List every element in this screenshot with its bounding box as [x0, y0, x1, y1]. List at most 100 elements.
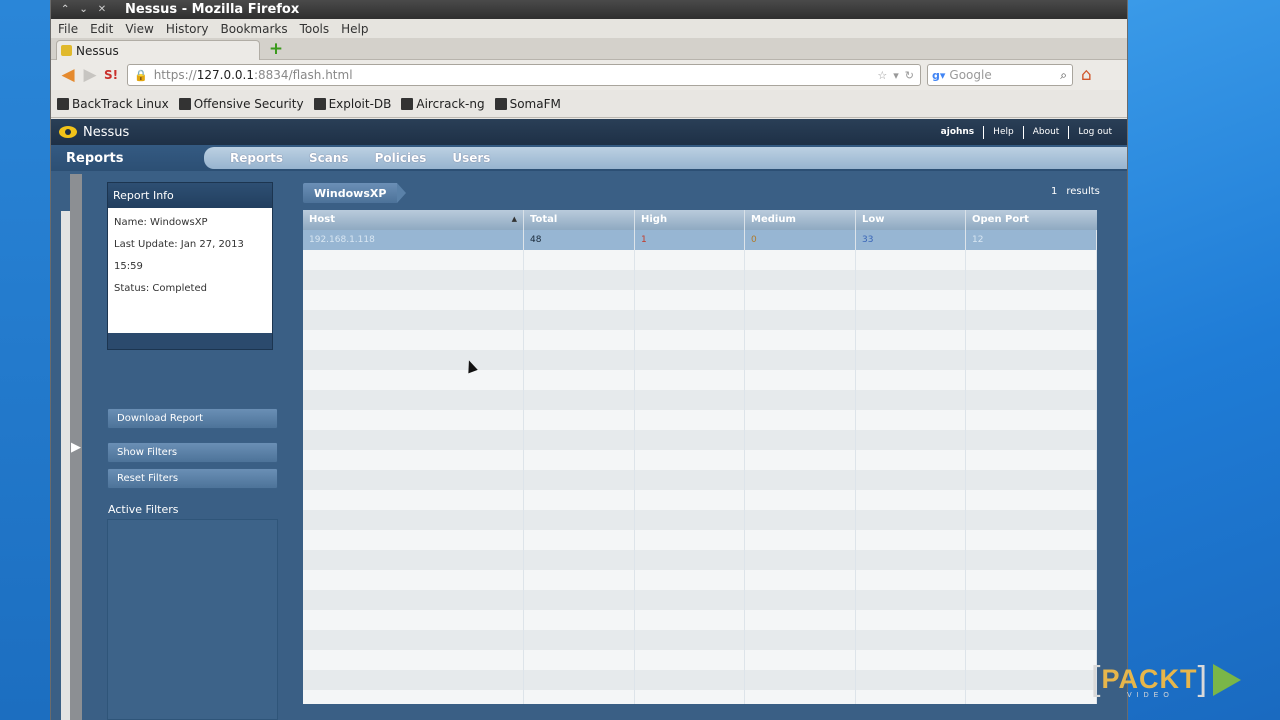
empty-cell: [524, 370, 635, 390]
empty-cell: [635, 430, 745, 450]
bookmark-offensive-security[interactable]: Offensive Security: [178, 97, 304, 111]
back-arrow-icon[interactable]: ◀: [57, 64, 79, 86]
tab-reports[interactable]: Reports: [230, 151, 283, 165]
empty-cell: [524, 610, 635, 630]
tab-policies[interactable]: Policies: [375, 151, 427, 165]
empty-cell: [303, 650, 524, 670]
table-row[interactable]: 192.168.1.118 48 1 0 33 12: [303, 230, 1097, 250]
empty-table-row: [303, 330, 1097, 350]
empty-cell: [303, 390, 524, 410]
cell-total: 48: [524, 230, 635, 250]
empty-cell: [966, 310, 1097, 330]
empty-cell: [966, 630, 1097, 650]
empty-cell: [745, 670, 856, 690]
empty-cell: [966, 370, 1097, 390]
empty-cell: [856, 650, 966, 670]
results-table: Host ▲ Total High Medium Low Open Port 19…: [303, 210, 1097, 704]
minimize-icon[interactable]: ⌃: [61, 4, 69, 15]
menu-edit[interactable]: Edit: [89, 22, 114, 36]
reset-filters-button[interactable]: Reset Filters: [107, 468, 278, 489]
tab-bar: Nessus +: [51, 38, 1127, 60]
maximize-icon[interactable]: ⌄: [79, 4, 87, 15]
column-open-port[interactable]: Open Port: [966, 210, 1097, 230]
empty-cell: [524, 390, 635, 410]
column-label: Medium: [751, 214, 796, 225]
empty-cell: [745, 530, 856, 550]
url-bar[interactable]: 🔒 https://127.0.0.1:8834/flash.html ☆ ▾ …: [127, 64, 921, 86]
close-icon[interactable]: ✕: [98, 4, 106, 15]
column-high[interactable]: High: [635, 210, 745, 230]
menu-history[interactable]: History: [165, 22, 210, 36]
empty-cell: [524, 250, 635, 270]
empty-cell: [303, 510, 524, 530]
empty-cell: [635, 450, 745, 470]
bookmark-exploit-db[interactable]: Exploit-DB: [313, 97, 391, 111]
empty-table-row: [303, 570, 1097, 590]
navigation-toolbar: ◀ ▶ S! 🔒 https://127.0.0.1:8834/flash.ht…: [51, 60, 1127, 90]
forward-arrow-icon[interactable]: ▶: [79, 64, 101, 86]
empty-cell: [303, 630, 524, 650]
play-icon: [1212, 663, 1241, 696]
empty-cell: [745, 370, 856, 390]
search-input[interactable]: g▾ Google ⌕: [927, 64, 1073, 86]
report-info-body: Name: WindowsXP Last Update: Jan 27, 201…: [108, 208, 272, 333]
empty-table-row: [303, 370, 1097, 390]
reload-icon[interactable]: ↻: [905, 69, 914, 82]
menu-bookmarks[interactable]: Bookmarks: [220, 22, 289, 36]
empty-cell: [966, 650, 1097, 670]
nessus-logo[interactable]: Nessus: [51, 125, 129, 140]
empty-cell: [966, 350, 1097, 370]
search-icon[interactable]: ⌕: [1060, 68, 1067, 83]
empty-cell: [745, 290, 856, 310]
dropdown-icon[interactable]: ▾: [893, 69, 899, 82]
menu-view[interactable]: View: [124, 22, 154, 36]
empty-cell: [856, 270, 966, 290]
empty-cell: [524, 510, 635, 530]
sort-ascending-icon: ▲: [511, 215, 517, 223]
column-total[interactable]: Total: [524, 210, 635, 230]
tab-label: Nessus: [76, 43, 119, 58]
stumbleupon-icon[interactable]: S!: [101, 68, 121, 82]
home-icon[interactable]: ⌂: [1081, 65, 1092, 85]
empty-table-row: [303, 470, 1097, 490]
column-medium[interactable]: Medium: [745, 210, 856, 230]
tab-users[interactable]: Users: [452, 151, 490, 165]
tab-nessus[interactable]: Nessus: [56, 40, 260, 60]
google-icon: g▾: [932, 68, 946, 82]
expand-arrow-icon[interactable]: ▶: [71, 440, 81, 455]
menu-file[interactable]: File: [57, 22, 79, 36]
empty-cell: [966, 470, 1097, 490]
menu-help[interactable]: Help: [340, 22, 369, 36]
empty-table-row: [303, 250, 1097, 270]
empty-cell: [303, 670, 524, 690]
about-link[interactable]: About: [1022, 125, 1069, 139]
download-report-button[interactable]: Download Report: [107, 408, 278, 429]
help-link[interactable]: Help: [983, 125, 1023, 139]
empty-cell: [966, 290, 1097, 310]
column-host[interactable]: Host ▲: [303, 210, 524, 230]
empty-table-row: [303, 290, 1097, 310]
empty-cell: [635, 310, 745, 330]
logout-link[interactable]: Log out: [1068, 125, 1121, 139]
cell-medium: 0: [745, 230, 856, 250]
new-tab-icon[interactable]: +: [267, 41, 285, 58]
bookmark-star-icon[interactable]: ☆: [877, 69, 887, 82]
empty-cell: [635, 470, 745, 490]
empty-cell: [745, 410, 856, 430]
show-filters-button[interactable]: Show Filters: [107, 442, 278, 463]
tab-scans[interactable]: Scans: [309, 151, 349, 165]
empty-cell: [303, 490, 524, 510]
empty-table-row: [303, 310, 1097, 330]
column-label: Low: [862, 214, 885, 225]
bookmark-backtrack[interactable]: BackTrack Linux: [57, 97, 169, 111]
empty-cell: [856, 570, 966, 590]
column-low[interactable]: Low: [856, 210, 966, 230]
bookmark-somafm[interactable]: SomaFM: [494, 97, 561, 111]
breadcrumb[interactable]: WindowsXP: [303, 183, 407, 203]
empty-cell: [745, 470, 856, 490]
empty-cell: [524, 630, 635, 650]
bookmark-aircrack-ng[interactable]: Aircrack-ng: [401, 97, 485, 111]
menu-tools[interactable]: Tools: [299, 22, 331, 36]
empty-cell: [524, 410, 635, 430]
empty-cell: [745, 390, 856, 410]
